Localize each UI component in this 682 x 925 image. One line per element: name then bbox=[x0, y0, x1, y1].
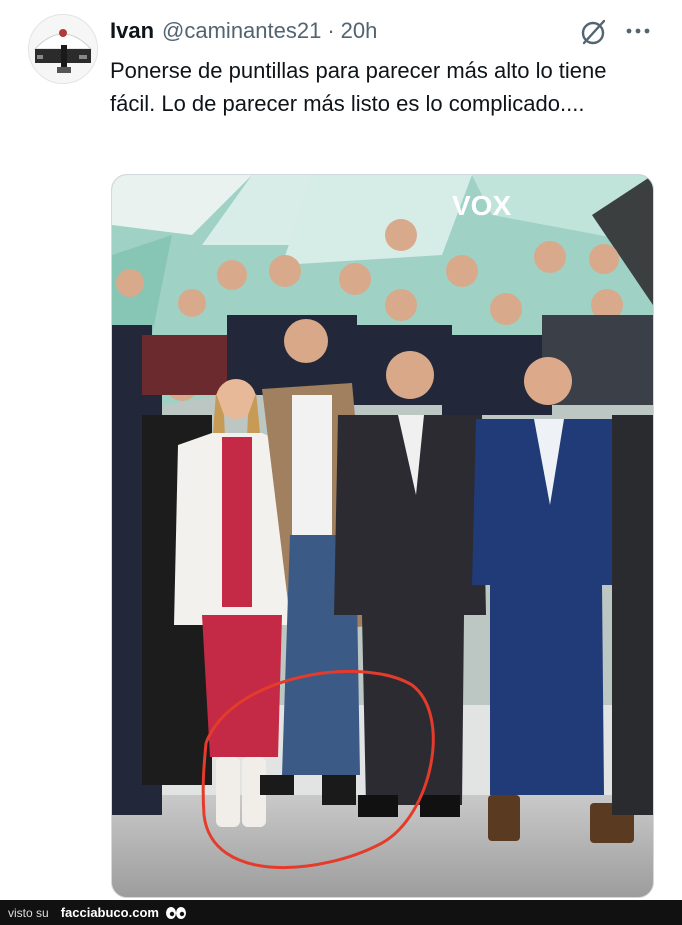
tweet-header: Ivan @caminantes21 · 20h bbox=[110, 16, 377, 46]
separator-dot: · bbox=[327, 18, 335, 43]
author-name[interactable]: Ivan bbox=[110, 18, 154, 44]
footer-visto-label: visto su bbox=[8, 905, 49, 920]
site-footer: visto su facciabuco.com bbox=[0, 900, 682, 925]
tweet-photo[interactable]: VOX bbox=[111, 174, 654, 898]
footer-site-link[interactable]: facciabuco.com bbox=[61, 905, 159, 920]
grok-icon[interactable] bbox=[578, 16, 610, 48]
eyes-icon bbox=[165, 906, 187, 920]
avatar[interactable] bbox=[28, 14, 98, 84]
more-icon[interactable] bbox=[624, 22, 652, 40]
group-photo: VOX bbox=[112, 175, 653, 897]
media-sign: VOX bbox=[452, 190, 511, 221]
tweet-text: Ponerse de puntillas para parecer más al… bbox=[110, 58, 607, 116]
avatar-illustration bbox=[29, 15, 97, 83]
author-handle[interactable]: @caminantes21 bbox=[162, 18, 321, 44]
timestamp[interactable]: 20h bbox=[341, 18, 378, 44]
